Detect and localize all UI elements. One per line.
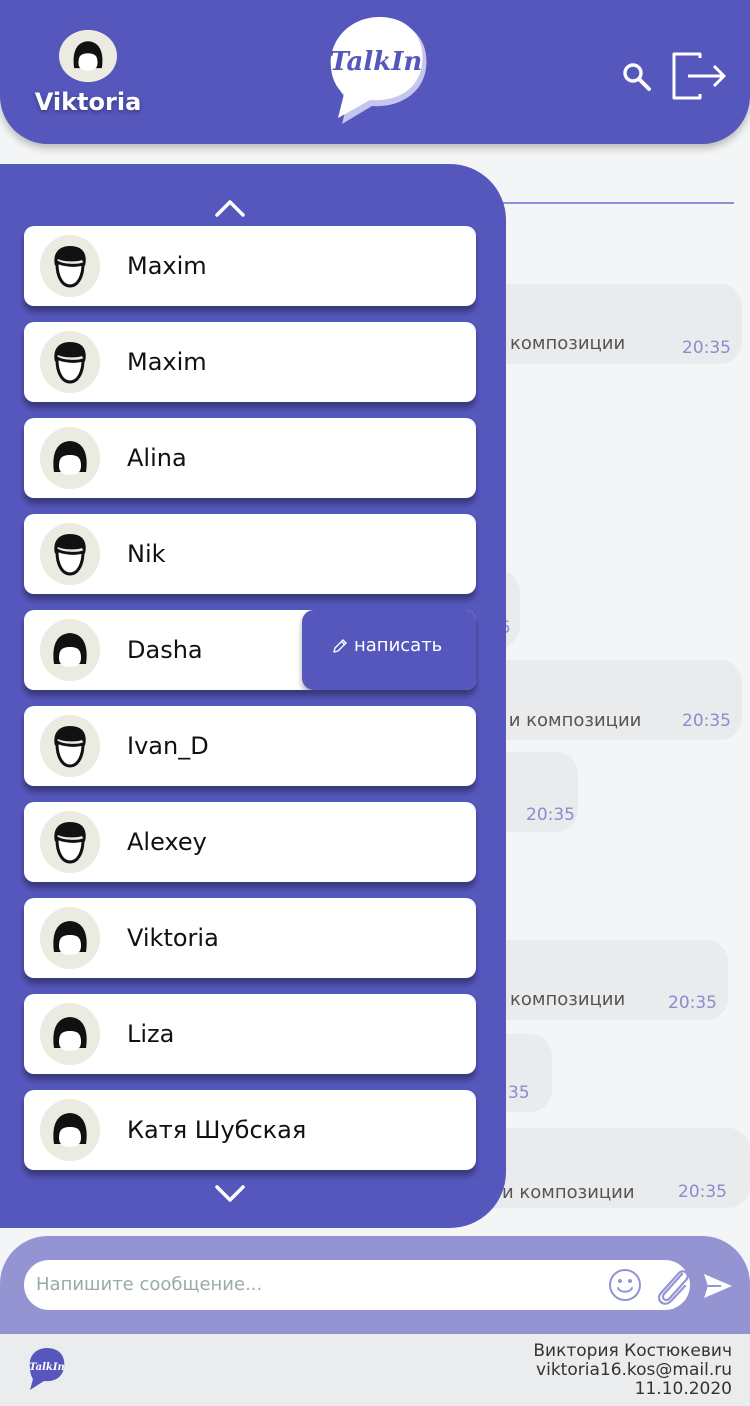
message-time: 35 (508, 1083, 530, 1103)
message-time: 20:35 (668, 993, 717, 1013)
contact-item[interactable]: Viktoria (24, 898, 476, 978)
contact-name: Liza (127, 1020, 175, 1048)
pencil-icon (333, 639, 347, 653)
male-avatar-icon (40, 523, 100, 585)
logout-icon[interactable] (670, 50, 728, 102)
contacts-panel: Maxim Maxim Alina Nik Dasha написать Iva… (0, 164, 506, 1228)
write-message-button[interactable]: написать (302, 610, 476, 690)
current-user-name: Viktoria (34, 88, 142, 116)
contact-name: Maxim (127, 348, 207, 376)
contact-name: Alina (127, 444, 187, 472)
message-text: а и композиции (492, 710, 642, 731)
page-footer: TalkIn Виктория Костюкевич viktoria16.ko… (0, 1334, 750, 1406)
contact-item[interactable]: Alina (24, 418, 476, 498)
message-time: 20:35 (682, 711, 731, 731)
talkin-logo: TalkIn (330, 16, 427, 125)
message-time: 20:35 (526, 805, 575, 825)
contact-item[interactable]: Maxim (24, 322, 476, 402)
attach-icon[interactable] (652, 1266, 692, 1306)
footer-email[interactable]: viktoria16.kos@mail.ru (533, 1361, 732, 1380)
contact-name: Ivan_D (127, 732, 209, 760)
female-avatar-icon (40, 1003, 100, 1065)
female-avatar-icon (40, 907, 100, 969)
emoji-icon[interactable] (608, 1268, 642, 1302)
contact-item[interactable]: Maxim (24, 226, 476, 306)
message-text: композиции (510, 989, 626, 1010)
contact-name: Dasha (127, 636, 203, 664)
search-icon[interactable] (620, 60, 654, 94)
message-composer: Напишите сообщение... (0, 1236, 750, 1334)
male-avatar-icon (40, 331, 100, 393)
message-time: 20:35 (682, 338, 731, 358)
contact-name: Maxim (127, 252, 207, 280)
contact-item[interactable]: Ivan_D (24, 706, 476, 786)
message-text: и композиции (502, 1182, 635, 1203)
male-avatar-icon (40, 235, 100, 297)
female-avatar-icon (40, 427, 100, 489)
chat-divider (500, 202, 734, 204)
message-time: 20:35 (678, 1182, 727, 1202)
contact-name: Alexey (127, 828, 207, 856)
chevron-down-icon[interactable] (214, 1184, 246, 1204)
logo-text: TalkIn (330, 47, 423, 77)
chevron-up-icon[interactable] (214, 198, 246, 218)
app-header: Viktoria TalkIn (0, 0, 750, 144)
female-avatar-icon[interactable] (59, 30, 117, 82)
footer-author: Виктория Костюкевич (533, 1341, 732, 1361)
footer-date: 11.10.2020 (634, 1379, 732, 1399)
contact-name: Nik (127, 540, 166, 568)
contact-item[interactable]: Alexey (24, 802, 476, 882)
footer-logo: TalkIn (29, 1348, 65, 1390)
contact-item[interactable]: Nik (24, 514, 476, 594)
male-avatar-icon (40, 715, 100, 777)
message-input-placeholder: Напишите сообщение... (36, 1274, 263, 1295)
contact-name: Viktoria (127, 924, 219, 952)
male-avatar-icon (40, 811, 100, 873)
message-input[interactable]: Напишите сообщение... (24, 1260, 690, 1310)
contact-item[interactable]: Liza (24, 994, 476, 1074)
message-text: композиции (510, 333, 626, 354)
contact-item-selected[interactable]: Dasha написать (24, 610, 476, 690)
contact-name: Катя Шубская (127, 1116, 307, 1144)
write-button-label: написать (354, 635, 443, 656)
send-icon[interactable] (703, 1273, 733, 1299)
footer-info: Виктория Костюкевич viktoria16.kos@mail.… (533, 1342, 732, 1399)
contact-item[interactable]: Катя Шубская (24, 1090, 476, 1170)
female-avatar-icon (40, 619, 100, 681)
female-avatar-icon (40, 1099, 100, 1161)
footer-logo-text: TalkIn (29, 1362, 65, 1373)
